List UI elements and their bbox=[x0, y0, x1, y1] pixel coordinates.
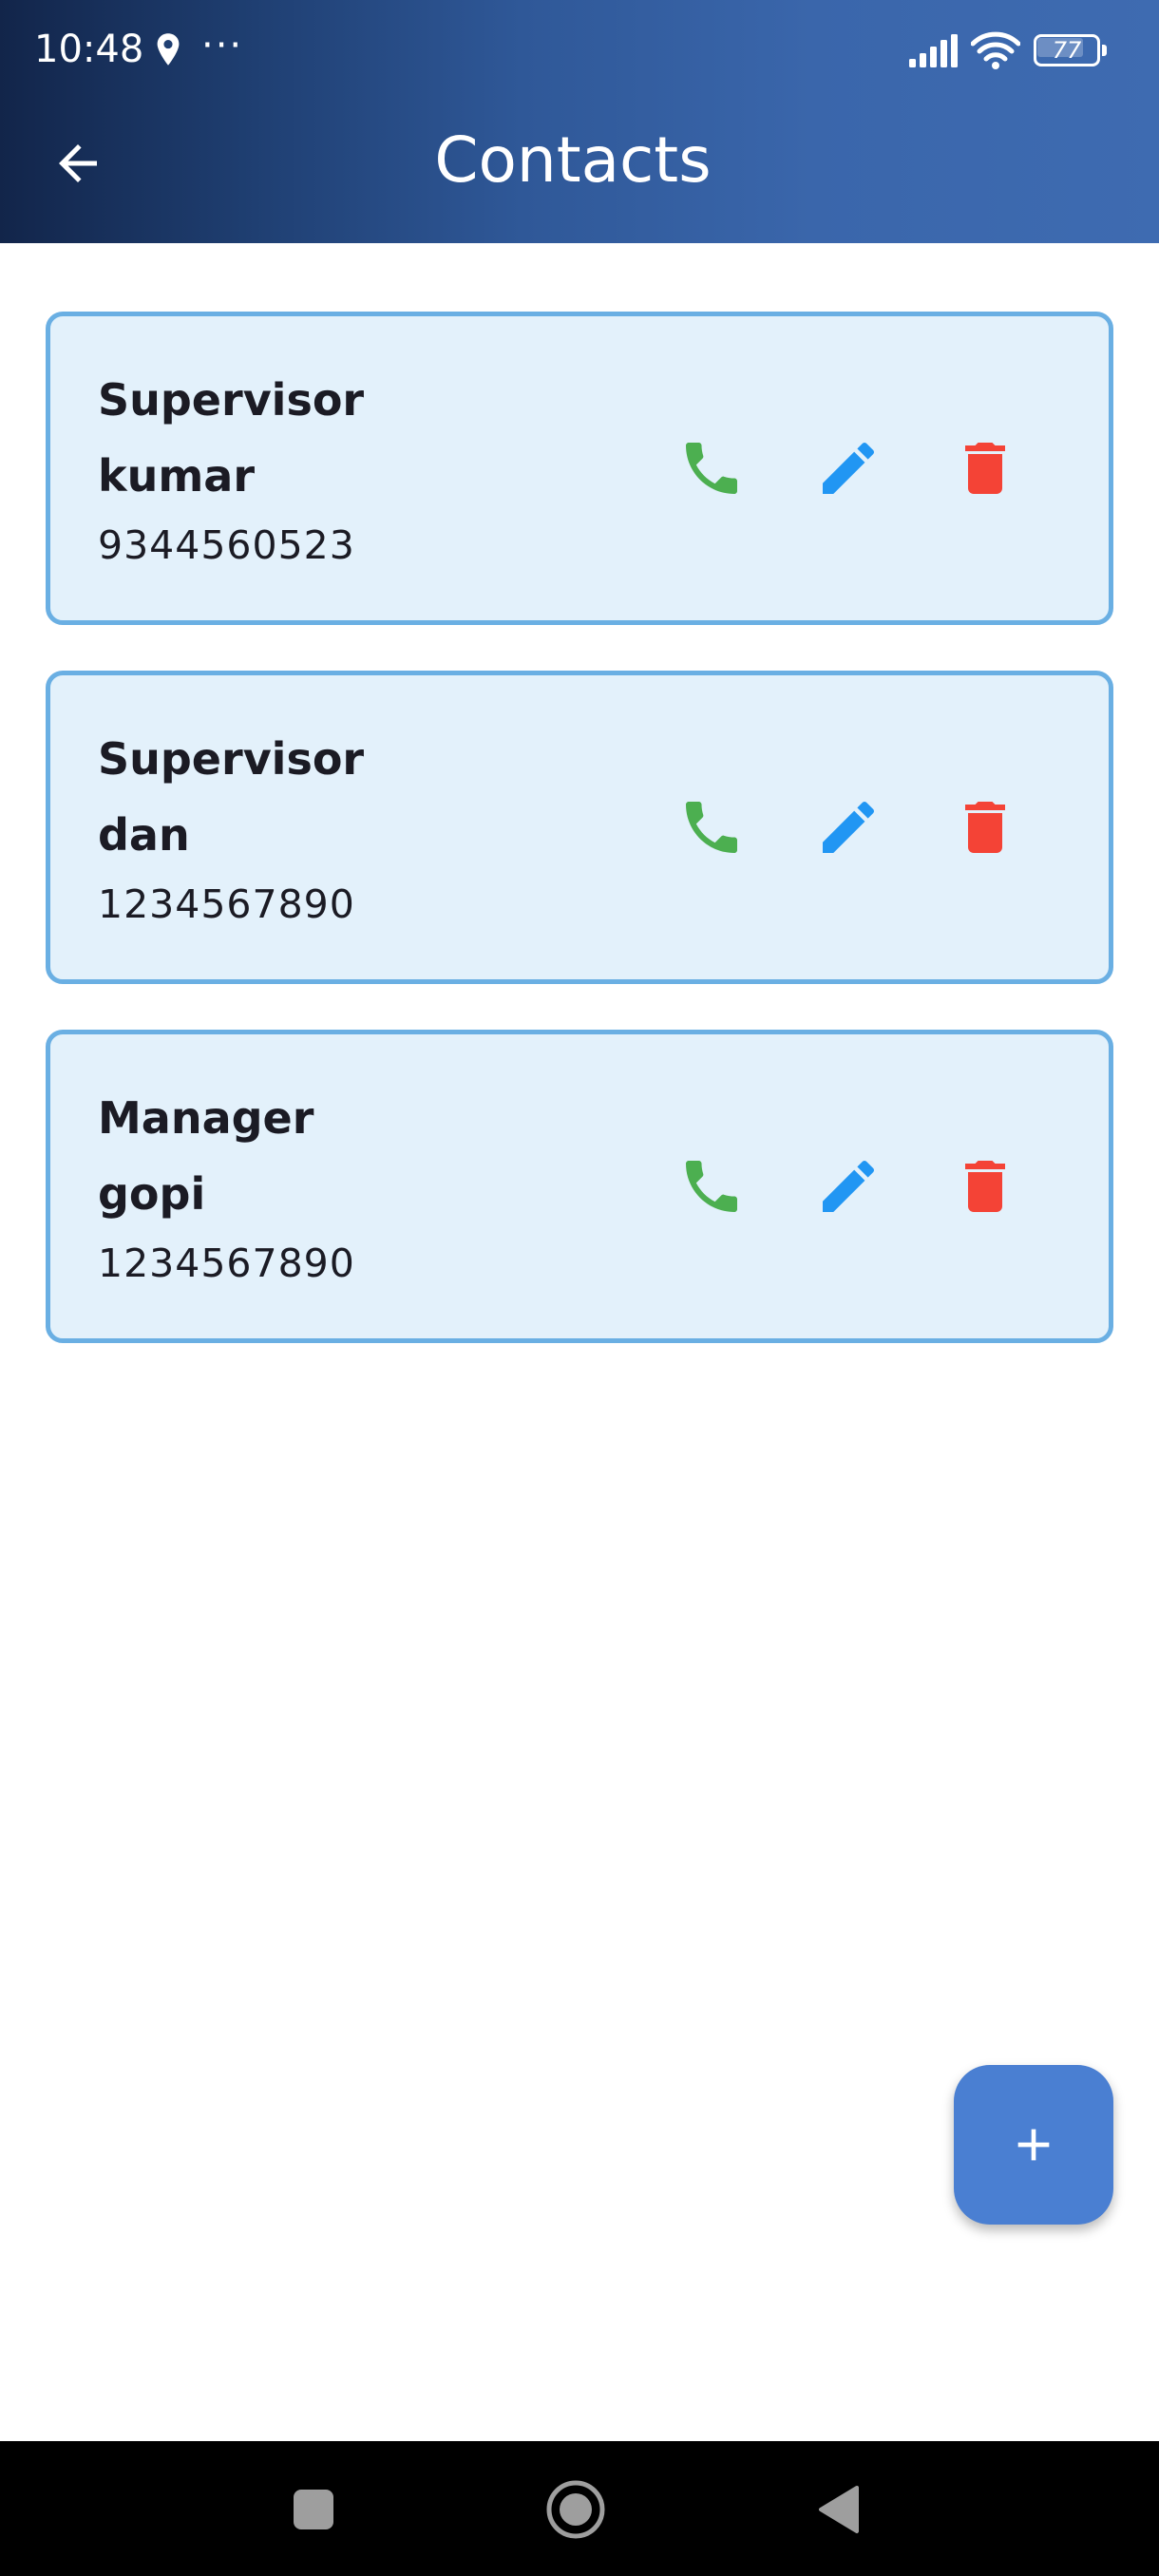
contact-card[interactable]: Supervisor dan 1234567890 bbox=[46, 671, 1113, 984]
recents-button[interactable] bbox=[268, 2464, 359, 2555]
phone-icon bbox=[686, 802, 737, 853]
contact-name: gopi bbox=[98, 1168, 206, 1220]
delete-button[interactable] bbox=[938, 1139, 1033, 1234]
plus-icon bbox=[1017, 2129, 1050, 2161]
contact-info: Manager gopi 1234567890 bbox=[98, 1080, 630, 1289]
phone-icon bbox=[686, 443, 737, 494]
call-button[interactable] bbox=[664, 780, 759, 875]
call-button[interactable] bbox=[664, 1139, 759, 1234]
pencil-icon bbox=[823, 1160, 875, 1212]
back-triangle-icon bbox=[819, 2486, 859, 2533]
app-bar: 10:48 ··· 77 Contacts bbox=[0, 0, 1159, 243]
trash-icon bbox=[965, 443, 1005, 494]
status-time: 10:48 bbox=[34, 28, 144, 71]
page-title: Contacts bbox=[434, 123, 712, 197]
recents-square-icon bbox=[294, 2490, 333, 2529]
call-button[interactable] bbox=[664, 421, 759, 516]
battery-tip bbox=[1102, 45, 1107, 56]
trash-icon bbox=[965, 802, 1005, 853]
edit-button[interactable] bbox=[801, 780, 896, 875]
wifi-icon bbox=[971, 31, 1020, 69]
delete-button[interactable] bbox=[938, 421, 1033, 516]
contact-card[interactable]: Manager gopi 1234567890 bbox=[46, 1030, 1113, 1343]
home-button[interactable] bbox=[530, 2464, 621, 2555]
card-actions bbox=[622, 675, 1033, 979]
contact-role: Supervisor bbox=[98, 733, 365, 785]
contact-card[interactable]: Supervisor kumar 9344560523 bbox=[46, 312, 1113, 625]
status-bar: 10:48 ··· 77 bbox=[0, 0, 1159, 99]
contact-list: Supervisor kumar 9344560523 Supervisor d… bbox=[46, 312, 1113, 1389]
edit-button[interactable] bbox=[801, 1139, 896, 1234]
more-notifications-icon: ··· bbox=[201, 24, 244, 67]
phone-icon bbox=[686, 1161, 737, 1212]
contact-phone: 9344560523 bbox=[98, 522, 355, 568]
signal-icon bbox=[909, 34, 958, 67]
battery-icon: 77 bbox=[1034, 34, 1108, 66]
back-nav-button[interactable] bbox=[792, 2464, 884, 2555]
contact-phone: 1234567890 bbox=[98, 881, 355, 927]
add-contact-button[interactable] bbox=[954, 2065, 1113, 2225]
contact-name: dan bbox=[98, 809, 190, 861]
home-circle-icon bbox=[546, 2480, 605, 2539]
contact-phone: 1234567890 bbox=[98, 1241, 355, 1286]
contact-name: kumar bbox=[98, 450, 255, 502]
contact-role: Manager bbox=[98, 1092, 314, 1144]
delete-button[interactable] bbox=[938, 780, 1033, 875]
trash-icon bbox=[965, 1161, 1005, 1212]
contact-info: Supervisor kumar 9344560523 bbox=[98, 362, 630, 571]
contact-info: Supervisor dan 1234567890 bbox=[98, 721, 630, 930]
location-icon bbox=[157, 33, 180, 66]
contact-role: Supervisor bbox=[98, 374, 365, 426]
edit-button[interactable] bbox=[801, 421, 896, 516]
battery-level: 77 bbox=[1052, 37, 1082, 64]
system-nav-bar bbox=[0, 2441, 1159, 2576]
pencil-icon bbox=[823, 801, 875, 853]
card-actions bbox=[622, 1034, 1033, 1338]
card-actions bbox=[622, 316, 1033, 620]
pencil-icon bbox=[823, 442, 875, 494]
